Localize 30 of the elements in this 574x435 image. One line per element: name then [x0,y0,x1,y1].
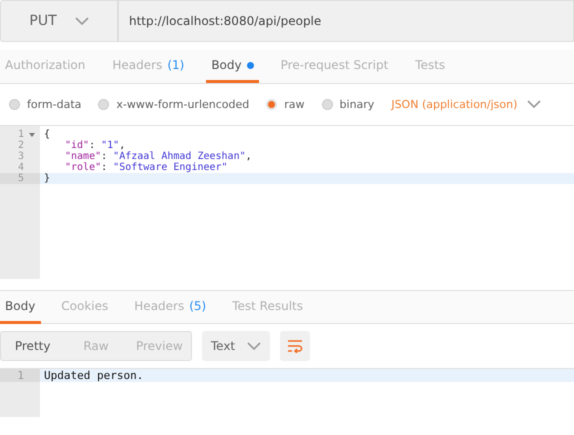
code-line: { [43,129,52,140]
wrap-lines-icon [287,339,303,353]
radio-option[interactable]: raw [266,98,305,110]
code-editor[interactable]: 1 Updated person. [0,368,574,417]
code-line: "id": "1", [64,140,126,151]
wrap-lines-button[interactable] [280,331,310,361]
code-line: "role": "Software Engineer" [64,162,229,173]
tab[interactable]: Headers (1) [107,50,190,83]
chevron-down-icon [74,17,89,25]
tab[interactable]: Body [206,50,259,83]
chevron-down-icon [527,100,542,108]
radio-option[interactable]: x-www-form-urlencoded [98,98,250,110]
line-number: 5 [0,173,40,184]
view-mode-button[interactable]: Pretty [1,332,64,360]
line-number: 3 [16,151,25,162]
method-dropdown[interactable]: PUT [0,0,118,42]
chevron-down-icon [247,342,262,350]
line-number: 4 [16,162,25,173]
fold-arrow-icon[interactable] [29,133,35,137]
url-field[interactable]: http://localhost:8080/api/people [118,0,574,42]
line-number: 1 [0,369,40,382]
format-dropdown[interactable]: Text [202,331,270,361]
tab[interactable]: Headers (5) [128,291,212,324]
radio-option[interactable]: binary [322,98,374,110]
code-line: "name": "Afzaal Ahmad Zeeshan", [64,151,253,162]
radio-option[interactable]: form-data [9,98,82,110]
tab[interactable]: Body [0,291,42,324]
line-number: 1 [0,129,40,140]
code-editor[interactable]: 1 2 3 4 5 { "id": "1", "name": "Afzaal Ahmad Zeeshan", "role": "Software Engineer" } [0,125,574,279]
line-number: 2 [16,140,25,151]
